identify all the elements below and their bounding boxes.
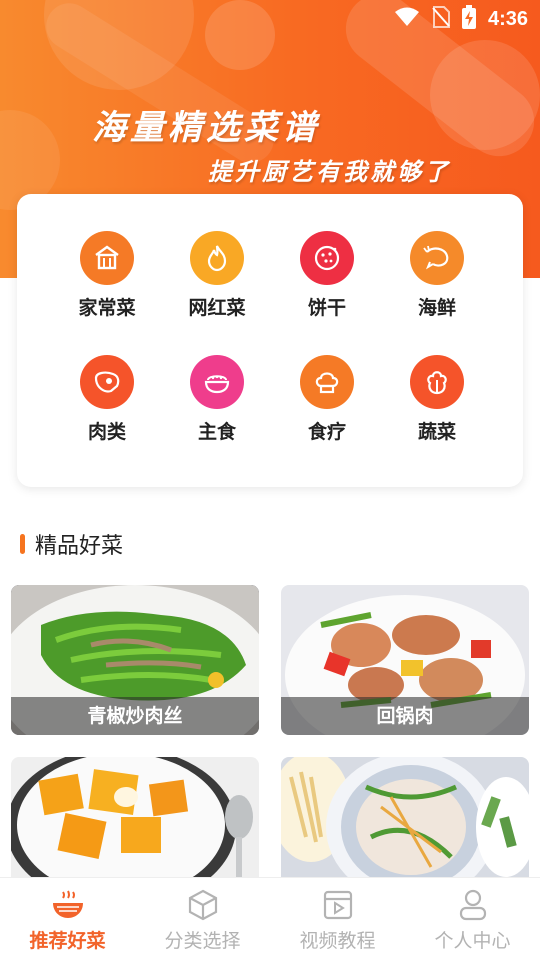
noodle-bowl-icon <box>51 888 85 922</box>
person-icon <box>456 888 490 922</box>
section-accent-bar <box>20 534 25 554</box>
meat-icon <box>80 355 134 409</box>
category-item-trending[interactable]: 网红菜 <box>162 231 272 331</box>
category-label: 肉类 <box>87 421 126 443</box>
section-title: 精品好菜 <box>35 534 124 559</box>
category-label: 蔬菜 <box>417 421 456 443</box>
category-item-diet-therapy[interactable]: 食疗 <box>272 355 382 455</box>
battery-charging-icon <box>461 5 476 33</box>
dish-name: 回锅肉 <box>281 697 529 735</box>
house-icon <box>80 231 134 285</box>
no-sim-icon <box>432 6 450 32</box>
section-heading: 精品好菜 <box>20 526 123 562</box>
category-item-vegetables[interactable]: 蔬菜 <box>382 355 492 455</box>
category-item-staple[interactable]: 主食 <box>162 355 272 455</box>
nav-tab-recommended[interactable]: 推荐好菜 <box>0 878 135 960</box>
cookie-icon <box>300 231 354 285</box>
nav-tab-video[interactable]: 视频教程 <box>270 878 405 960</box>
nav-label: 推荐好菜 <box>29 930 106 952</box>
rice-bowl-icon <box>190 355 244 409</box>
flame-icon <box>190 231 244 285</box>
dish-card[interactable]: 回锅肉 <box>281 585 529 735</box>
status-time: 4:36 <box>487 7 528 30</box>
category-item-meat[interactable]: 肉类 <box>52 355 162 455</box>
wifi-icon <box>394 7 420 31</box>
category-label: 主食 <box>197 421 236 443</box>
nav-label: 个人中心 <box>434 930 511 952</box>
banner-subtitle: 提升厨艺有我就够了 <box>208 158 451 186</box>
chef-hat-icon <box>300 355 354 409</box>
category-item-cookies[interactable]: 饼干 <box>272 231 382 331</box>
vegetable-icon <box>410 355 464 409</box>
nav-label: 分类选择 <box>164 930 241 952</box>
category-label: 家常菜 <box>78 297 136 319</box>
shrimp-icon <box>410 231 464 285</box>
dish-name: 青椒炒肉丝 <box>11 697 259 735</box>
dish-card[interactable]: 青椒炒肉丝 <box>11 585 259 735</box>
category-card: 家常菜 网红菜 饼干 海鲜 肉类 主食 食疗 蔬菜 <box>17 194 523 487</box>
cube-icon <box>186 888 220 922</box>
nav-tab-categories[interactable]: 分类选择 <box>135 878 270 960</box>
status-bar: 4:36 <box>0 0 540 38</box>
video-icon <box>321 888 355 922</box>
nav-label: 视频教程 <box>299 930 376 952</box>
banner-title: 海量精选菜谱 <box>92 108 320 148</box>
category-label: 食疗 <box>307 421 346 443</box>
category-label: 网红菜 <box>188 297 246 319</box>
category-item-home-cooking[interactable]: 家常菜 <box>52 231 162 331</box>
category-item-seafood[interactable]: 海鲜 <box>382 231 492 331</box>
bottom-nav: 推荐好菜 分类选择 视频教程 个人中心 <box>0 877 540 960</box>
category-label: 饼干 <box>307 297 346 319</box>
nav-tab-profile[interactable]: 个人中心 <box>405 878 540 960</box>
category-label: 海鲜 <box>417 297 456 319</box>
